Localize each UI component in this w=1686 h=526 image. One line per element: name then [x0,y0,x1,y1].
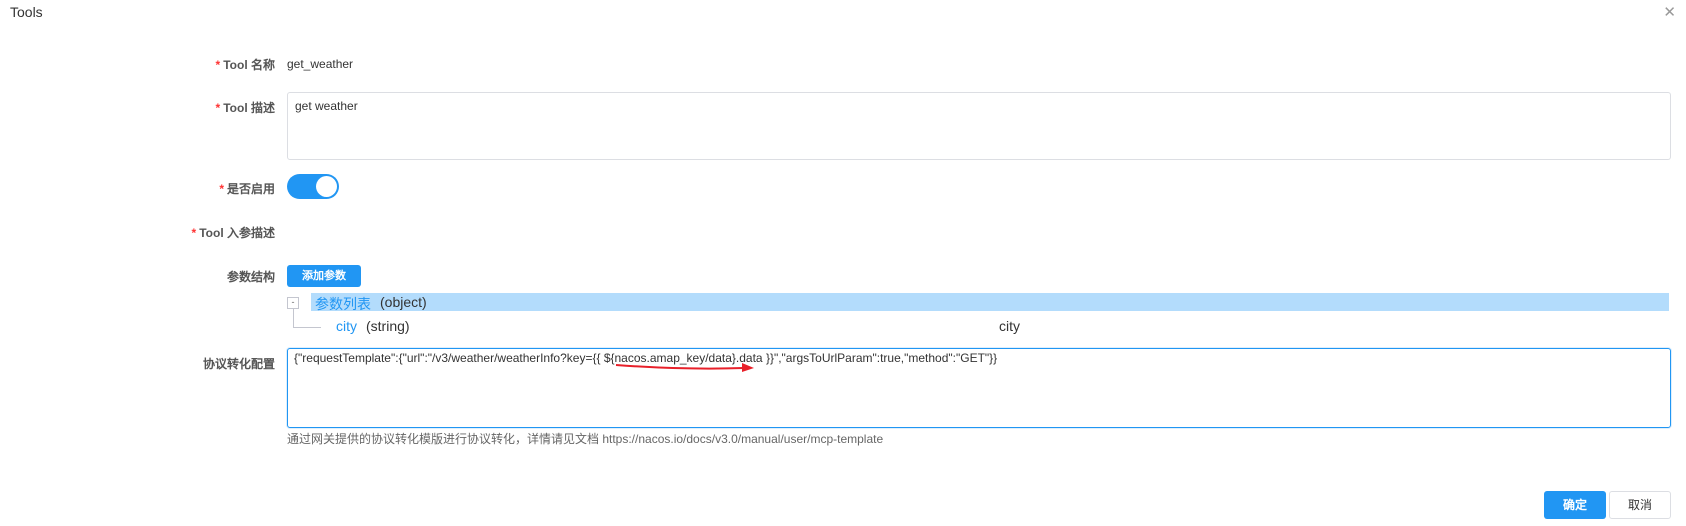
input-schema-label: * Tool 入参描述 [0,224,275,241]
cancel-button[interactable]: 取消 [1609,491,1671,519]
tool-description-textarea[interactable]: get weather [287,92,1671,160]
tool-description-label-text: Tool 描述 [223,101,275,115]
tree-root-highlight[interactable] [311,293,1669,311]
tree-root-type: (object) [380,294,427,310]
required-mark: * [215,101,221,115]
tree-child-type: (string) [366,318,410,334]
enabled-label: * 是否启用 [0,180,275,197]
annotation-arrow-head [742,363,754,372]
close-icon[interactable]: ✕ [1663,3,1676,21]
add-param-button[interactable]: 添加参数 [287,265,361,287]
tree-collapse-icon[interactable]: - [287,297,299,309]
required-mark: * [191,226,197,240]
annotation-arrow [615,363,754,372]
protocol-config-hint: 通过网关提供的协议转化模版进行协议转化，详情请见文档 https://nacos… [287,432,884,446]
tree-child-description: city [999,318,1020,334]
required-mark: * [219,182,224,196]
param-structure-label: 参数结构 [226,270,275,284]
input-schema-label-text: Tool 入参描述 [199,226,275,240]
tree-connector-vertical [293,309,294,327]
enabled-toggle[interactable] [287,174,339,199]
protocol-config-label: 协议转化配置 [202,357,275,371]
tree-root-name[interactable]: 参数列表 [315,294,371,314]
tool-name-label-text: Tool 名称 [223,58,275,72]
tool-name-value: get_weather [287,57,354,71]
tree-child-name[interactable]: city [336,318,357,334]
annotation-arrow-line [615,364,745,370]
tool-name-label: * Tool 名称 [0,56,275,73]
tree-connector-horizontal [293,327,321,328]
dialog-title: Tools [10,4,43,20]
required-mark: * [215,58,221,72]
enabled-label-text: 是否启用 [226,182,275,196]
toggle-knob [316,176,337,197]
tool-description-label: * Tool 描述 [0,99,275,116]
ok-button[interactable]: 确定 [1544,491,1606,519]
tools-dialog: Tools ✕ * Tool 名称 get_weather * Tool 描述 ge… [0,0,1686,526]
